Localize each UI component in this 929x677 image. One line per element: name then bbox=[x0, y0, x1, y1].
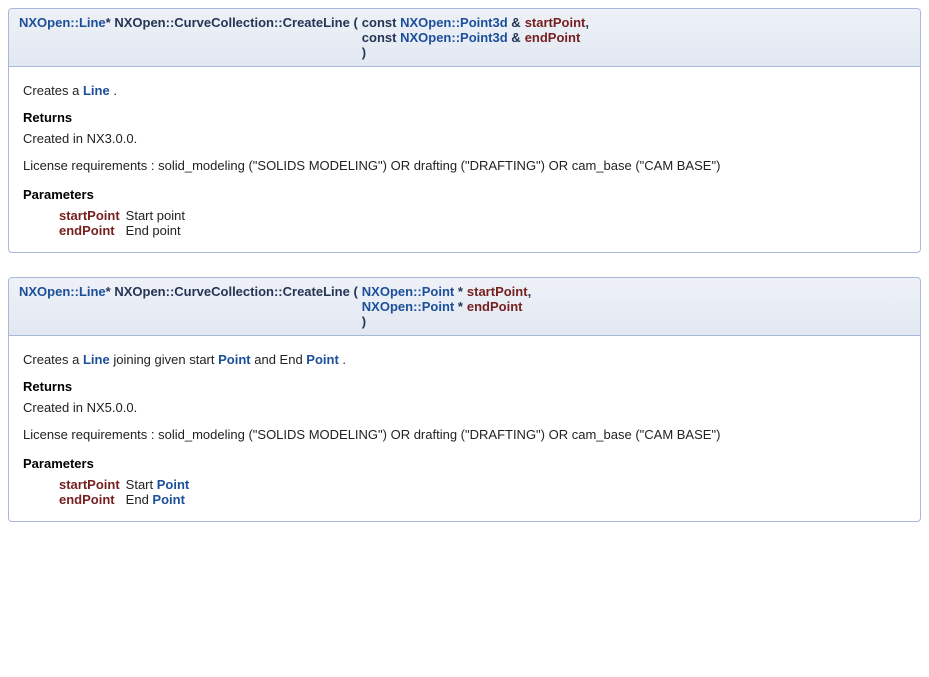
param-row-name: endPoint bbox=[59, 492, 126, 507]
param-row-desc: Start point bbox=[126, 208, 191, 223]
param-row-desc: End point bbox=[126, 223, 191, 238]
method-item: NXOpen::Line* NXOpen::CurveCollection::C… bbox=[8, 277, 921, 522]
param-type-link[interactable]: NXOpen::Point bbox=[362, 284, 454, 299]
param-row-name: endPoint bbox=[59, 223, 126, 238]
param-type-suffix: & bbox=[508, 15, 521, 30]
parameters-label: Parameters bbox=[23, 187, 906, 202]
table-row: startPoint Start point bbox=[59, 208, 191, 223]
param-name: startPoint bbox=[467, 284, 528, 299]
param-name: endPoint bbox=[467, 299, 523, 314]
open-paren: ( bbox=[350, 284, 358, 299]
description-link[interactable]: Line bbox=[83, 83, 110, 98]
param-type-suffix: & bbox=[508, 30, 521, 45]
returns-label: Returns bbox=[23, 110, 906, 125]
class-method-name: NXOpen::CurveCollection::CreateLine bbox=[114, 15, 349, 30]
license-requirements: License requirements : solid_modeling ("… bbox=[23, 427, 906, 442]
returns-label: Returns bbox=[23, 379, 906, 394]
class-method-name: NXOpen::CurveCollection::CreateLine bbox=[114, 284, 349, 299]
method-description: Creates a Line . bbox=[23, 83, 906, 98]
open-paren: ( bbox=[350, 15, 358, 30]
close-paren: ) bbox=[362, 45, 366, 60]
description-link[interactable]: Line bbox=[83, 352, 110, 367]
parameters-table: startPoint Start Point endPoint End Poin… bbox=[59, 477, 195, 507]
table-row: endPoint End point bbox=[59, 223, 191, 238]
method-description: Creates a Line joining given start Point… bbox=[23, 352, 906, 367]
description-link[interactable]: Point bbox=[306, 352, 339, 367]
param-desc-link[interactable]: Point bbox=[152, 492, 185, 507]
method-signature: NXOpen::Line* NXOpen::CurveCollection::C… bbox=[9, 9, 920, 67]
param-desc-link[interactable]: Point bbox=[157, 477, 190, 492]
description-link[interactable]: Point bbox=[218, 352, 251, 367]
return-type-link[interactable]: NXOpen::Line bbox=[19, 15, 106, 30]
return-type-link[interactable]: NXOpen::Line bbox=[19, 284, 106, 299]
param-name: endPoint bbox=[525, 30, 581, 45]
param-row-desc: Start Point bbox=[126, 477, 196, 492]
param-type-link[interactable]: NXOpen::Point bbox=[362, 299, 454, 314]
param-row-name: startPoint bbox=[59, 477, 126, 492]
param-prefix: const bbox=[362, 30, 400, 45]
parameters-label: Parameters bbox=[23, 456, 906, 471]
param-type-suffix: * bbox=[454, 284, 463, 299]
parameters-table: startPoint Start point endPoint End poin… bbox=[59, 208, 191, 238]
table-row: endPoint End Point bbox=[59, 492, 195, 507]
param-prefix: const bbox=[362, 15, 400, 30]
param-trailing: , bbox=[528, 284, 532, 299]
param-type-suffix: * bbox=[454, 299, 463, 314]
method-signature: NXOpen::Line* NXOpen::CurveCollection::C… bbox=[9, 278, 920, 336]
param-row-name: startPoint bbox=[59, 208, 126, 223]
method-item: NXOpen::Line* NXOpen::CurveCollection::C… bbox=[8, 8, 921, 253]
param-name: startPoint bbox=[525, 15, 586, 30]
param-type-link[interactable]: NXOpen::Point3d bbox=[400, 15, 508, 30]
created-in: Created in NX3.0.0. bbox=[23, 131, 906, 146]
close-paren: ) bbox=[362, 314, 366, 329]
method-doc: Creates a Line joining given start Point… bbox=[9, 336, 920, 521]
param-trailing: , bbox=[585, 15, 589, 30]
method-doc: Creates a Line . Returns Created in NX3.… bbox=[9, 67, 920, 252]
table-row: startPoint Start Point bbox=[59, 477, 195, 492]
created-in: Created in NX5.0.0. bbox=[23, 400, 906, 415]
param-row-desc: End Point bbox=[126, 492, 196, 507]
license-requirements: License requirements : solid_modeling ("… bbox=[23, 158, 906, 173]
param-type-link[interactable]: NXOpen::Point3d bbox=[400, 30, 508, 45]
